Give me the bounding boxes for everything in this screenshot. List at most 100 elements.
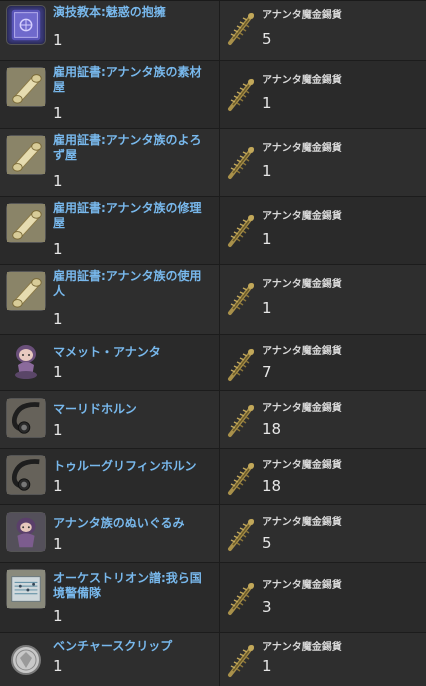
- cost-cell: アナンタ魔金錫貨 5: [220, 505, 426, 562]
- plush-icon: [6, 512, 46, 552]
- cost-cell: アナンタ魔金錫貨 1: [220, 197, 426, 264]
- scroll-icon: [6, 135, 46, 175]
- cost-cell: アナンタ魔金錫貨 5: [220, 1, 426, 60]
- cost-cell: アナンタ魔金錫貨 1: [220, 265, 426, 334]
- ananta-coin-icon: [224, 75, 258, 115]
- item-name: 演技教本:魅惑の抱擁: [53, 5, 166, 19]
- cost-amount: 5: [262, 30, 272, 48]
- currency-name: アナンタ魔金錫貨: [262, 10, 342, 21]
- item-cell[interactable]: アナンタ族のぬいぐるみ 1: [0, 505, 220, 562]
- list-item[interactable]: オーケストリオン譜:我ら国境警備隊 1 アナンタ魔金錫貨 3: [0, 563, 426, 633]
- venture-coin-icon: [6, 640, 46, 680]
- list-item[interactable]: 演技教本:魅惑の抱擁 1 アナンタ魔金錫貨 5: [0, 1, 426, 61]
- item-quantity: 1: [53, 657, 63, 675]
- ananta-coin-icon: [224, 345, 258, 385]
- item-quantity: 1: [53, 535, 63, 553]
- cost-cell: アナンタ魔金錫貨 1: [220, 633, 426, 686]
- item-cell[interactable]: 雇用証書:アナンタ族の使用人 1: [0, 265, 220, 334]
- shop-item-list: 演技教本:魅惑の抱擁 1 アナンタ魔金錫貨 5 雇用証書:アナンタ族の素材屋 1…: [0, 0, 426, 686]
- currency-name: アナンタ魔金錫貨: [262, 580, 342, 591]
- list-item[interactable]: ベンチャースクリップ 1 アナンタ魔金錫貨 1: [0, 633, 426, 686]
- currency-name: アナンタ魔金錫貨: [262, 211, 342, 222]
- horn-icon: [6, 455, 46, 495]
- currency-name: アナンタ魔金錫貨: [262, 403, 342, 414]
- item-quantity: 1: [53, 240, 63, 258]
- item-cell[interactable]: トゥルーグリフィンホルン 1: [0, 449, 220, 504]
- item-cell[interactable]: ベンチャースクリップ 1: [0, 633, 220, 686]
- currency-name: アナンタ魔金錫貨: [262, 517, 342, 528]
- item-quantity: 1: [53, 31, 63, 49]
- item-name: トゥルーグリフィンホルン: [53, 459, 197, 473]
- cost-amount: 1: [262, 657, 272, 675]
- ananta-coin-icon: [224, 279, 258, 319]
- scroll-icon: [6, 67, 46, 107]
- currency-name: アナンタ魔金錫貨: [262, 75, 342, 86]
- list-item[interactable]: 雇用証書:アナンタ族のよろず屋 1 アナンタ魔金錫貨 1: [0, 129, 426, 197]
- ananta-coin-icon: [224, 143, 258, 183]
- cost-amount: 18: [262, 420, 282, 438]
- item-quantity: 1: [53, 477, 63, 495]
- horn-icon: [6, 398, 46, 438]
- item-name: 雇用証書:アナンタ族の修理屋: [53, 201, 202, 230]
- item-name: マーリドホルン: [53, 402, 137, 416]
- minion-icon: [6, 341, 46, 381]
- book-icon: [6, 5, 46, 45]
- item-cell[interactable]: マーリドホルン 1: [0, 391, 220, 448]
- ananta-coin-icon: [224, 459, 258, 499]
- cost-amount: 1: [262, 230, 272, 248]
- list-item[interactable]: トゥルーグリフィンホルン 1 アナンタ魔金錫貨 18: [0, 449, 426, 505]
- cost-cell: アナンタ魔金錫貨 7: [220, 335, 426, 390]
- item-name: 雇用証書:アナンタ族の使用人: [53, 269, 202, 298]
- cost-cell: アナンタ魔金錫貨 1: [220, 129, 426, 196]
- item-quantity: 1: [53, 172, 63, 190]
- list-item[interactable]: アナンタ族のぬいぐるみ 1 アナンタ魔金錫貨 5: [0, 505, 426, 563]
- cost-amount: 7: [262, 363, 272, 381]
- list-item[interactable]: マメット・アナンタ 1 アナンタ魔金錫貨 7: [0, 335, 426, 391]
- item-name: アナンタ族のぬいぐるみ: [53, 516, 185, 530]
- item-name: ベンチャースクリップ: [53, 639, 173, 653]
- ananta-coin-icon: [224, 211, 258, 251]
- item-quantity: 1: [53, 104, 63, 122]
- item-cell[interactable]: オーケストリオン譜:我ら国境警備隊 1: [0, 563, 220, 632]
- list-item[interactable]: 雇用証書:アナンタ族の使用人 1 アナンタ魔金錫貨 1: [0, 265, 426, 335]
- item-quantity: 1: [53, 421, 63, 439]
- item-name: 雇用証書:アナンタ族の素材屋: [53, 65, 202, 94]
- cost-amount: 5: [262, 534, 272, 552]
- item-cell[interactable]: 演技教本:魅惑の抱擁 1: [0, 1, 220, 60]
- list-item[interactable]: 雇用証書:アナンタ族の修理屋 1 アナンタ魔金錫貨 1: [0, 197, 426, 265]
- cost-amount: 18: [262, 477, 282, 495]
- currency-name: アナンタ魔金錫貨: [262, 143, 342, 154]
- cost-cell: アナンタ魔金錫貨 18: [220, 449, 426, 504]
- item-quantity: 1: [53, 363, 63, 381]
- item-name: マメット・アナンタ: [53, 345, 161, 359]
- ananta-coin-icon: [224, 401, 258, 441]
- item-name: オーケストリオン譜:我ら国境警備隊: [53, 571, 202, 600]
- cost-cell: アナンタ魔金錫貨 1: [220, 61, 426, 128]
- list-item[interactable]: マーリドホルン 1 アナンタ魔金錫貨 18: [0, 391, 426, 449]
- scroll-icon: [6, 203, 46, 243]
- cost-amount: 1: [262, 162, 272, 180]
- ananta-coin-icon: [224, 515, 258, 555]
- item-cell[interactable]: 雇用証書:アナンタ族の素材屋 1: [0, 61, 220, 128]
- item-quantity: 1: [53, 310, 63, 328]
- cost-amount: 1: [262, 94, 272, 112]
- item-quantity: 1: [53, 607, 63, 625]
- cost-amount: 1: [262, 299, 272, 317]
- cost-cell: アナンタ魔金錫貨 3: [220, 563, 426, 632]
- currency-name: アナンタ魔金錫貨: [262, 460, 342, 471]
- scroll-icon: [6, 271, 46, 311]
- item-cell[interactable]: 雇用証書:アナンタ族のよろず屋 1: [0, 129, 220, 196]
- sheet-music-icon: [6, 569, 46, 609]
- ananta-coin-icon: [224, 641, 258, 681]
- cost-amount: 3: [262, 598, 272, 616]
- list-item[interactable]: 雇用証書:アナンタ族の素材屋 1 アナンタ魔金錫貨 1: [0, 61, 426, 129]
- ananta-coin-icon: [224, 9, 258, 49]
- item-name: 雇用証書:アナンタ族のよろず屋: [53, 133, 202, 162]
- item-cell[interactable]: マメット・アナンタ 1: [0, 335, 220, 390]
- currency-name: アナンタ魔金錫貨: [262, 642, 342, 653]
- ananta-coin-icon: [224, 579, 258, 619]
- currency-name: アナンタ魔金錫貨: [262, 279, 342, 290]
- currency-name: アナンタ魔金錫貨: [262, 346, 342, 357]
- item-cell[interactable]: 雇用証書:アナンタ族の修理屋 1: [0, 197, 220, 264]
- cost-cell: アナンタ魔金錫貨 18: [220, 391, 426, 448]
